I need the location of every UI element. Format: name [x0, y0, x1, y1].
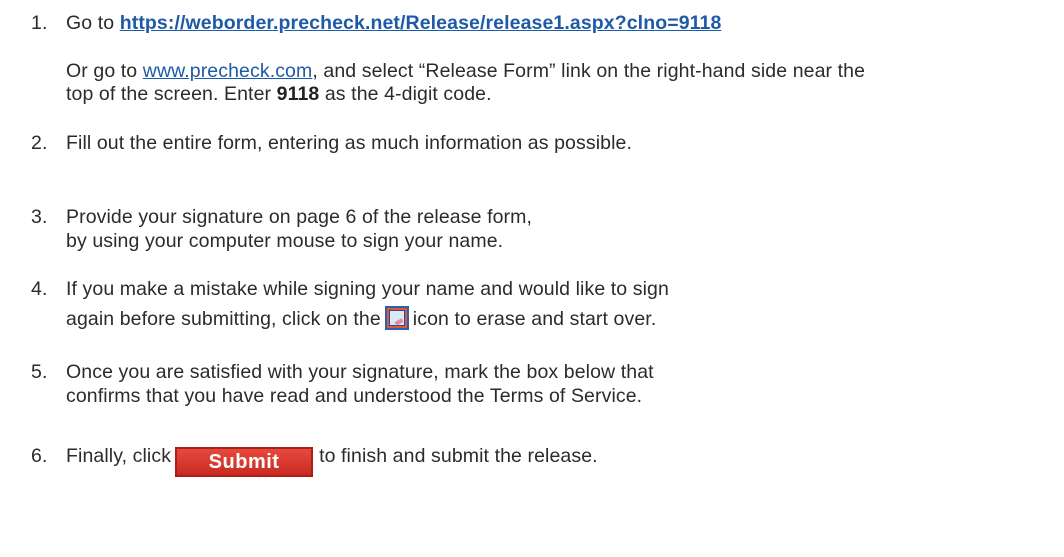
step-number: 1.	[31, 12, 48, 34]
step-text: Fill out the entire form, entering as mu…	[66, 132, 632, 154]
step-text: If you make a mistake while signing your…	[66, 278, 669, 300]
step-text: by using your computer mouse to sign you…	[66, 230, 504, 252]
step-text: again before submitting, click on the ico…	[66, 306, 656, 331]
step-4-line2-before: again before submitting, click on the	[66, 308, 381, 330]
step-1-text-before: Go to	[66, 12, 120, 34]
step-text: top of the screen. Enter 9118 as the 4-d…	[66, 82, 492, 106]
precheck-home-link[interactable]: www.precheck.com	[143, 60, 313, 82]
alt-suffix: , and select “Release Form” link on the …	[312, 60, 866, 82]
alt-prefix: Or go to	[66, 60, 143, 82]
alt-line2-after: as the 4-digit code.	[319, 83, 492, 105]
step-number: 3.	[31, 206, 48, 228]
step-text: Go to https://weborder.precheck.net/Rele…	[66, 11, 721, 35]
step-text: Finally, click Submit to finish and submit…	[66, 444, 598, 477]
step-number: 6.	[31, 445, 48, 467]
step-number: 5.	[31, 361, 48, 383]
step-6-before: Finally, click	[66, 445, 172, 467]
submit-button[interactable]: Submit	[175, 447, 314, 477]
step-text: confirms that you have read and understo…	[66, 385, 643, 407]
step-text: Provide your signature on page 6 of the …	[66, 206, 532, 228]
alt-line2-before: top of the screen. Enter	[66, 83, 277, 105]
step-text: Once you are satisfied with your signatu…	[66, 361, 654, 383]
step-4-line2-after: icon to erase and start over.	[412, 308, 657, 330]
step-6-after: to finish and submit the release.	[319, 445, 598, 467]
erase-signature-icon	[384, 306, 409, 330]
four-digit-code: 9118	[276, 83, 320, 105]
step-number: 4.	[31, 278, 48, 300]
step-text: Or go to www.precheck.com, and select “R…	[66, 59, 865, 83]
release-url-link[interactable]: https://weborder.precheck.net/Release/re…	[120, 12, 722, 34]
step-number: 2.	[31, 132, 48, 154]
